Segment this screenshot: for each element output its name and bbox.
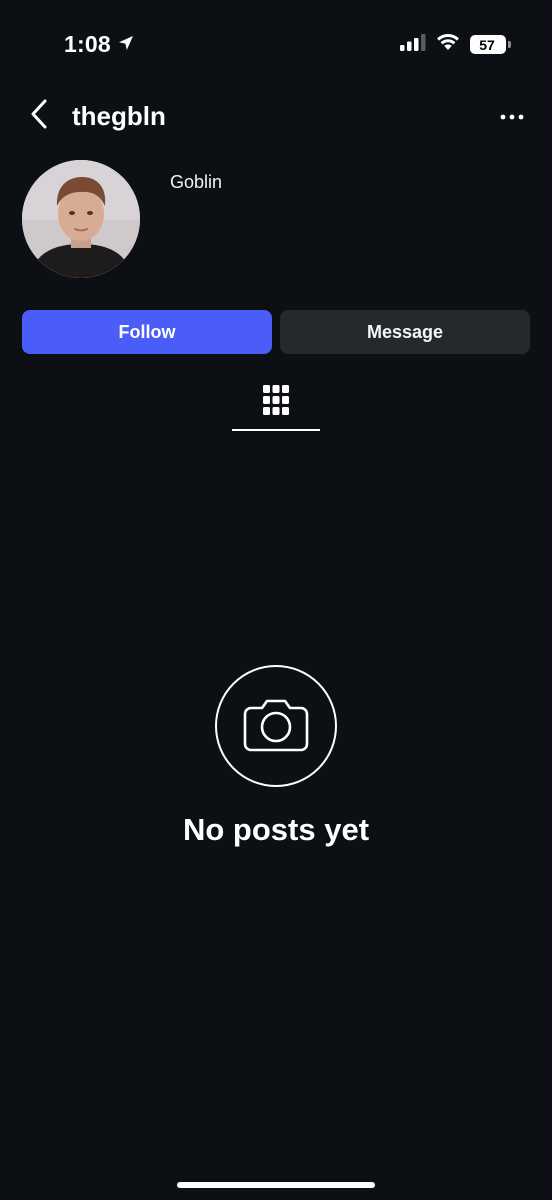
profile-photo-placeholder [22, 160, 140, 278]
status-bar: 1:08 57 [0, 0, 552, 92]
tab-posts-grid[interactable] [232, 372, 320, 432]
avatar[interactable] [22, 160, 140, 278]
chevron-left-icon [29, 99, 49, 134]
message-button[interactable]: Message [280, 310, 530, 354]
profile-username: thegbln [72, 101, 166, 131]
battery-cap [508, 41, 511, 48]
status-time-group: 1:08 [64, 31, 135, 58]
empty-state-text: No posts yet [182, 812, 370, 847]
follow-button[interactable]: Follow [22, 310, 272, 354]
more-horizontal-icon [500, 107, 524, 125]
empty-state-icon-circle [215, 665, 337, 787]
wifi-icon [436, 33, 460, 56]
status-time: 1:08 [64, 31, 111, 57]
home-indicator[interactable] [177, 1182, 375, 1188]
more-options-button[interactable] [494, 98, 530, 134]
nav-bar: thegbln [0, 92, 552, 140]
cellular-signal-icon [400, 33, 426, 56]
active-tab-indicator [232, 429, 320, 431]
battery-icon: 57 [470, 35, 511, 54]
back-button[interactable] [22, 98, 56, 134]
display-name: Goblin [170, 172, 223, 192]
location-arrow-icon [117, 31, 135, 58]
grid-icon [263, 384, 289, 420]
camera-icon [243, 696, 309, 757]
battery-level: 57 [479, 36, 495, 53]
status-icons: 57 [400, 33, 511, 56]
